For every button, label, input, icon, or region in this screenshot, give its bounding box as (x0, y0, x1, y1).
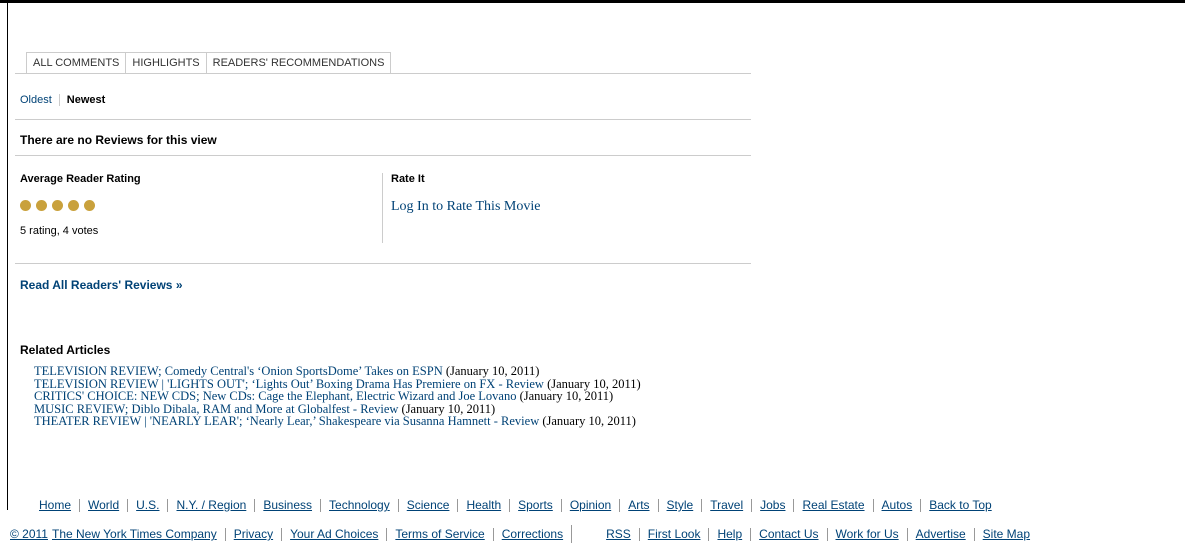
related-article-date: (January 10, 2011) (539, 414, 636, 428)
separator (320, 498, 322, 512)
sort-newest-label: Newest (66, 94, 106, 106)
separator (751, 498, 753, 512)
footer-nav-real-estate[interactable]: Real Estate (802, 498, 864, 512)
separator (973, 527, 975, 541)
separator (571, 525, 573, 543)
footer-nav-arts[interactable]: Arts (628, 498, 649, 512)
footer-utility-site-map[interactable]: Site Map (983, 527, 1030, 541)
separator (492, 527, 494, 541)
left-border (7, 0, 8, 510)
footer-legal-your-ad-choices[interactable]: Your Ad Choices (290, 527, 378, 541)
footer-nav-science[interactable]: Science (407, 498, 450, 512)
divider (15, 119, 751, 120)
separator (167, 498, 169, 512)
tab-readers-recommendations[interactable]: READERS' RECOMMENDATIONS (205, 52, 392, 74)
separator (127, 498, 129, 512)
separator (224, 527, 226, 541)
separator (750, 527, 752, 541)
separator (920, 498, 922, 512)
top-border (0, 0, 1185, 3)
footer-utility-contact-us[interactable]: Contact Us (759, 527, 818, 541)
footer-nav-autos[interactable]: Autos (882, 498, 913, 512)
rating-star-icon (68, 200, 79, 211)
footer-nav-world[interactable]: World (88, 498, 119, 512)
tab-all-comments[interactable]: ALL COMMENTS (26, 52, 126, 74)
footer-utility-rss[interactable]: RSS (606, 527, 631, 541)
sort-options: Oldest Newest (20, 94, 105, 106)
sort-oldest-link[interactable]: Oldest (20, 94, 52, 106)
rating-star-icon (20, 200, 31, 211)
comment-tabs: ALL COMMENTS HIGHLIGHTS READERS' RECOMME… (26, 52, 392, 74)
utility-links: RSS First Look Help Contact Us Work for Us Ad… (606, 527, 1030, 541)
separator (457, 498, 459, 512)
separator (906, 527, 908, 541)
login-to-rate-link[interactable]: Log In to Rate This Movie (391, 199, 540, 215)
separator (826, 527, 828, 541)
related-article-link[interactable]: THEATER REVIEW | 'NEARLY LEAR'; ‘Nearly … (34, 414, 539, 428)
company-link[interactable]: The New York Times Company (52, 527, 217, 541)
separator (254, 498, 256, 512)
separator (397, 498, 399, 512)
separator (657, 498, 659, 512)
separator (58, 94, 60, 106)
related-articles-list: TELEVISION REVIEW; Comedy Central's ‘Oni… (20, 365, 750, 428)
footer-utility-first-look[interactable]: First Look (648, 527, 701, 541)
footer-legal-privacy[interactable]: Privacy (234, 527, 273, 541)
separator (79, 498, 81, 512)
divider (15, 155, 751, 156)
footer-nav-travel[interactable]: Travel (710, 498, 743, 512)
divider (15, 263, 751, 264)
separator (872, 498, 874, 512)
related-article-date: (January 10, 2011) (516, 389, 614, 403)
rate-it-title: Rate It (391, 173, 425, 185)
rating-star-icon (36, 200, 47, 211)
related-articles-title: Related Articles (20, 343, 111, 357)
footer-section-nav: Home World U.S. N.Y. / Region Business Techno… (39, 498, 992, 512)
related-article-item: THEATER REVIEW | 'NEARLY LEAR'; ‘Nearly … (20, 415, 750, 428)
separator (638, 527, 640, 541)
tab-highlights[interactable]: HIGHLIGHTS (125, 52, 206, 74)
copyright-link[interactable]: © 2011 (10, 527, 48, 541)
rating-column-divider (382, 173, 383, 243)
footer-nav-jobs[interactable]: Jobs (760, 498, 785, 512)
legal-links: Privacy Your Ad Choices Terms of Service Co… (217, 527, 563, 541)
average-rating-title: Average Reader Rating (20, 173, 141, 185)
footer-nav-style[interactable]: Style (667, 498, 694, 512)
rating-stars (20, 200, 95, 211)
footer-nav-n-y-region[interactable]: N.Y. / Region (176, 498, 246, 512)
footer-legal-corrections[interactable]: Corrections (502, 527, 563, 541)
footer-nav-sports[interactable]: Sports (518, 498, 553, 512)
separator (701, 498, 703, 512)
footer-utility-help[interactable]: Help (717, 527, 742, 541)
separator (793, 498, 795, 512)
footer-nav-health[interactable]: Health (466, 498, 501, 512)
separator (386, 527, 388, 541)
footer-nav-back-to-top[interactable]: Back to Top (929, 498, 991, 512)
separator (708, 527, 710, 541)
separator (509, 498, 511, 512)
separator (619, 498, 621, 512)
footer-nav-business[interactable]: Business (263, 498, 312, 512)
rating-summary: 5 rating, 4 votes (20, 225, 99, 237)
footer-legal-terms-of-service[interactable]: Terms of Service (395, 527, 484, 541)
footer-legal-nav: © 2011 The New York Times Company Privac… (10, 525, 1030, 543)
footer-nav-opinion[interactable]: Opinion (570, 498, 611, 512)
separator (281, 527, 283, 541)
footer-nav-u-s[interactable]: U.S. (136, 498, 159, 512)
no-reviews-message: There are no Reviews for this view (20, 133, 217, 147)
separator (560, 498, 562, 512)
read-all-reviews-link[interactable]: Read All Readers' Reviews » (20, 278, 183, 292)
footer-nav-technology[interactable]: Technology (329, 498, 390, 512)
footer-utility-advertise[interactable]: Advertise (916, 527, 966, 541)
footer-nav-home[interactable]: Home (39, 498, 71, 512)
tabs-divider (15, 73, 751, 74)
footer-utility-work-for-us[interactable]: Work for Us (836, 527, 899, 541)
rating-star-icon (52, 200, 63, 211)
rating-star-icon (84, 200, 95, 211)
